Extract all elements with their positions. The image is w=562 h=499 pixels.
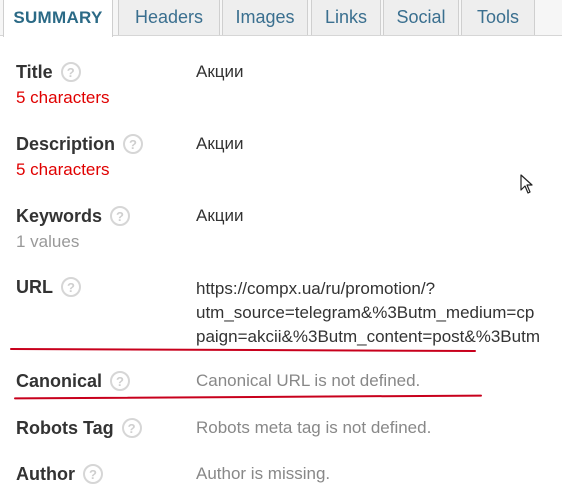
help-icon[interactable]: ? [110, 206, 131, 227]
description-length: 5 characters [16, 160, 110, 179]
description-label-wrap: Description? [16, 134, 144, 155]
help-icon[interactable]: ? [61, 277, 81, 298]
help-icon[interactable]: ? [60, 62, 81, 83]
url-label-wrap: URL? [16, 277, 81, 298]
title-label: Title [16, 62, 53, 82]
url-value: https://compx.ua/ru/promotion/? utm_sour… [196, 277, 540, 349]
tab-tools[interactable]: Tools [461, 0, 535, 35]
author-label: Author [16, 464, 75, 484]
title-length: 5 characters [16, 88, 110, 107]
tab-social[interactable]: Social [383, 0, 459, 35]
tab-headers[interactable]: Headers [118, 0, 220, 35]
description-label: Description [16, 134, 116, 154]
tab-links[interactable]: Links [311, 0, 381, 35]
url-line: paign=akcii&%3Butm_content=post&%3Butm [196, 327, 540, 346]
description-value: Акции [196, 134, 244, 153]
tab-images[interactable]: Images [222, 0, 308, 35]
robots-label-wrap: Robots Tag? [16, 418, 142, 439]
keywords-count: 1 values [16, 232, 80, 251]
robots-label: Robots Tag [16, 418, 114, 438]
canonical-value: Canonical URL is not defined. [196, 371, 421, 390]
keywords-value: Акции [196, 206, 244, 225]
mouse-cursor-icon [520, 174, 533, 194]
title-label-wrap: Title? [16, 62, 81, 83]
url-label: URL [16, 277, 53, 297]
canonical-label-wrap: Canonical? [16, 371, 131, 392]
robots-value: Robots meta tag is not defined. [196, 418, 432, 437]
help-icon[interactable]: ? [121, 418, 142, 439]
annotation-underline [13, 394, 483, 400]
canonical-label: Canonical [16, 371, 103, 391]
author-label-wrap: Author? [16, 464, 103, 485]
help-icon[interactable]: ? [110, 371, 131, 392]
keywords-label-wrap: Keywords? [16, 206, 131, 227]
title-value: Акции [196, 62, 244, 81]
help-icon[interactable]: ? [82, 464, 103, 485]
tab-summary[interactable]: SUMMARY [3, 0, 113, 37]
url-line: utm_source=telegram&%3Butm_medium=cp [196, 303, 535, 322]
author-value: Author is missing. [196, 464, 331, 483]
tab-bar: SUMMARY Headers Images Links Social Tool… [0, 0, 562, 37]
help-icon[interactable]: ? [123, 134, 144, 155]
keywords-label: Keywords [16, 206, 103, 226]
url-line: https://compx.ua/ru/promotion/? [196, 279, 436, 298]
